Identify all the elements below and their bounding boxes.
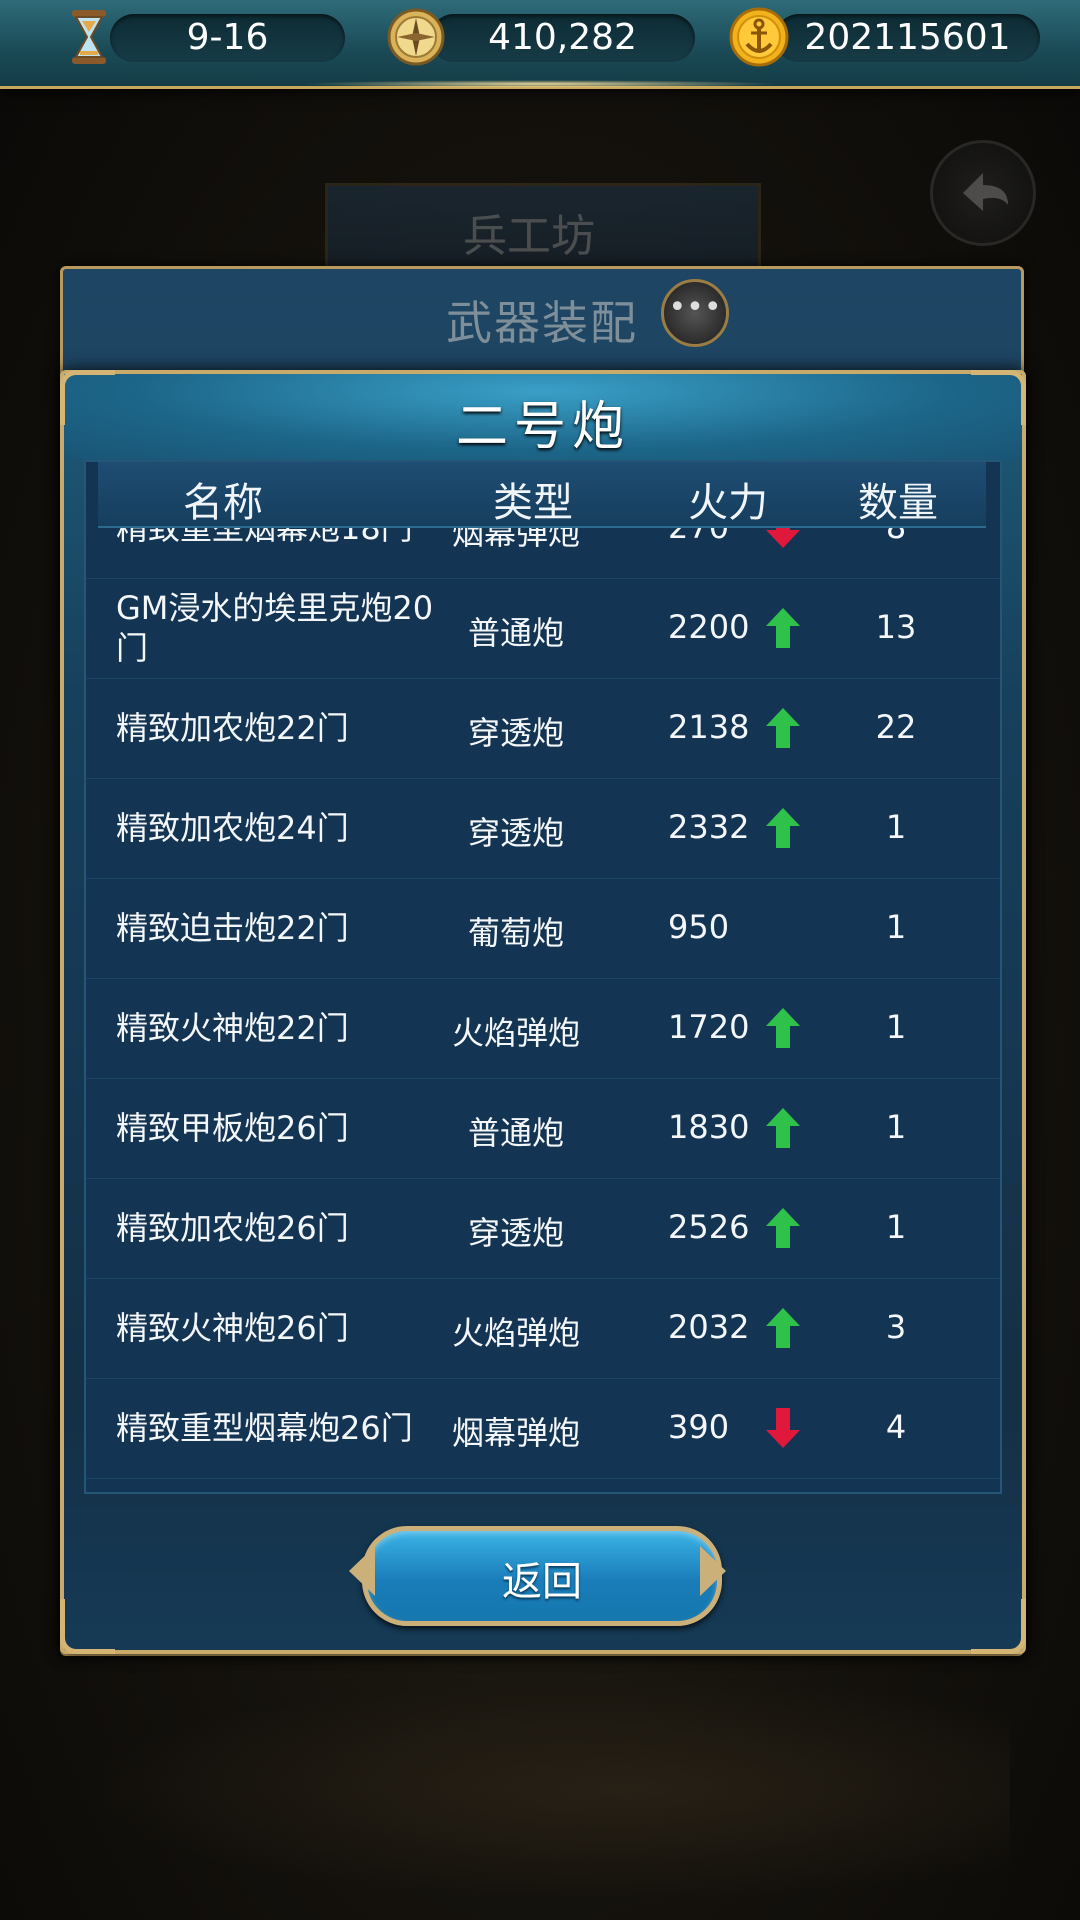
cannon-firepower: 1830 — [668, 1108, 750, 1146]
workshop-tab: 兵工坊 — [325, 183, 761, 272]
resource-bar: 9-16 410,282 202115601 — [0, 0, 1080, 89]
date-value: 9-16 — [186, 17, 269, 58]
cannon-quantity: 1 — [885, 1208, 907, 1246]
list-item[interactable]: 精致重型烟幕炮26门 烟幕弹炮 390 4 — [86, 1378, 1000, 1479]
list-item[interactable]: 精致加农炮22门 穿透炮 2138 22 — [86, 678, 1000, 779]
up-arrow-icon — [766, 808, 800, 848]
return-button-label: 返回 — [502, 1559, 582, 1605]
cannon-name: 精致甲板炮26门 — [116, 1109, 349, 1147]
background-decoration — [70, 1680, 1010, 1900]
down-arrow-icon — [766, 1408, 800, 1448]
cannon-firepower: 2138 — [668, 708, 750, 746]
up-arrow-icon — [766, 608, 800, 648]
frame-corner — [971, 1599, 1026, 1654]
hourglass-icon — [72, 10, 106, 64]
cannon-firepower: 2032 — [668, 1308, 750, 1346]
button-wing-left — [349, 1546, 375, 1596]
frame-corner — [60, 1599, 115, 1654]
list-item[interactable]: 精致甲板炮26门 普通炮 1830 1 — [86, 1078, 1000, 1179]
cannon-name: 精致火神炮26门 — [116, 1309, 349, 1347]
compass-icon — [387, 8, 445, 66]
cannon-quantity: 1 — [885, 1008, 907, 1046]
cannon-name: GM浸水的埃里克炮20门 — [116, 589, 434, 667]
cannon-name: 精致重型烟幕炮18门 — [116, 526, 413, 547]
back-arrow-icon — [930, 140, 1036, 246]
cannon-rows[interactable]: 精致重型烟幕炮18门 烟幕弹炮 270 8 GM浸水的埃里克炮20门 普通炮 2200 13 精… — [86, 526, 1000, 1492]
anchor-coin-icon — [729, 7, 789, 67]
cannon-firepower: 950 — [668, 908, 730, 946]
date-display: 9-16 — [110, 14, 345, 62]
cannon-firepower: 270 — [668, 526, 730, 546]
down-arrow-icon — [766, 526, 800, 548]
header-quantity: 数量 — [858, 480, 938, 526]
topbar-glow — [300, 80, 780, 88]
dialog-title: 二号炮 — [455, 397, 630, 457]
cannon-name: 精致加农炮22门 — [116, 709, 349, 747]
up-arrow-icon — [766, 1208, 800, 1248]
list-item[interactable]: 精致加农炮24门 穿透炮 2332 1 — [86, 778, 1000, 879]
cannon-quantity: 1 — [885, 808, 907, 846]
list-item[interactable]: GM浸水的埃里克炮20门 普通炮 2200 13 — [86, 578, 1000, 679]
up-arrow-icon — [766, 1108, 800, 1148]
cannon-quantity: 1 — [885, 1108, 907, 1146]
cannon-quantity: 8 — [885, 526, 907, 546]
chat-bubble-icon: ••• — [661, 279, 729, 347]
return-button[interactable]: 返回 — [362, 1526, 722, 1626]
cannon-quantity: 13 — [875, 608, 917, 646]
cannon-type: 火焰弹炮 — [451, 1014, 580, 1052]
list-item[interactable]: 精致加农炮26门 穿透炮 2526 1 — [86, 1178, 1000, 1279]
cannon-type: 葡萄炮 — [467, 914, 564, 952]
cannon-list[interactable]: 名称 类型 火力 数量 精致重型烟幕炮18门 烟幕弹炮 270 8 GM浸水的埃里克炮2… — [84, 460, 1002, 1494]
cannon-name: 精致加农炮26门 — [116, 1209, 349, 1247]
cannon-name: 精致迫击炮22门 — [116, 909, 349, 947]
frame-corner — [60, 370, 115, 425]
up-arrow-icon — [766, 1008, 800, 1048]
gold-value: 202115601 — [804, 17, 1011, 58]
list-item[interactable]: 精致重型烟幕炮18门 烟幕弹炮 270 8 — [86, 526, 1000, 579]
cannon-firepower: 2200 — [668, 608, 750, 646]
cannon-firepower: 390 — [668, 1408, 730, 1446]
list-item[interactable]: 精致火神炮22门 火焰弹炮 1720 1 — [86, 978, 1000, 1079]
frame-corner — [971, 370, 1026, 425]
header-firepower: 火力 — [688, 480, 768, 526]
cannon-name: 精致火神炮22门 — [116, 1009, 349, 1047]
button-wing-right — [700, 1546, 726, 1596]
cannon-name: 精致重型烟幕炮26门 — [116, 1409, 413, 1447]
dialog-title-bar: 二号炮 — [64, 374, 1022, 460]
compass-display: 410,282 — [430, 14, 695, 62]
cannon-quantity: 22 — [875, 708, 917, 746]
cannon-firepower: 2332 — [668, 808, 750, 846]
cannon-type: 穿透炮 — [467, 1214, 564, 1252]
cannon-quantity: 4 — [885, 1408, 907, 1446]
list-item[interactable]: 精致迫击炮22门 葡萄炮 950 1 — [86, 878, 1000, 979]
cannon-dialog: 二号炮 名称 类型 火力 数量 精致重型烟幕炮18门 烟幕弹炮 270 8 GM浸水的埃… — [60, 370, 1026, 1654]
cannon-type: 穿透炮 — [467, 714, 564, 752]
cannon-firepower: 2526 — [668, 1208, 750, 1246]
cannon-type: 烟幕弹炮 — [451, 526, 580, 552]
cannon-type: 穿透炮 — [467, 814, 564, 852]
header-type: 类型 — [493, 480, 573, 526]
cannon-quantity: 3 — [885, 1308, 907, 1346]
list-item[interactable]: 精致火神炮26门 火焰弹炮 2032 3 — [86, 1278, 1000, 1379]
compass-value: 410,282 — [488, 17, 637, 58]
cannon-type: 烟幕弹炮 — [451, 1414, 580, 1452]
weapon-panel-title: 武器装配 — [446, 296, 638, 350]
cannon-type: 火焰弹炮 — [451, 1314, 580, 1352]
cannon-quantity: 1 — [885, 908, 907, 946]
gold-display: 202115601 — [775, 14, 1040, 62]
cannon-firepower: 1720 — [668, 1008, 750, 1046]
header-name: 名称 — [183, 480, 263, 526]
up-arrow-icon — [766, 708, 800, 748]
cannon-type: 普通炮 — [467, 1114, 564, 1152]
cannon-name: 精致加农炮24门 — [116, 809, 349, 847]
list-header: 名称 类型 火力 数量 — [98, 462, 986, 528]
workshop-tab-label: 兵工坊 — [463, 211, 595, 262]
cannon-type: 普通炮 — [467, 614, 564, 652]
up-arrow-icon — [766, 1308, 800, 1348]
